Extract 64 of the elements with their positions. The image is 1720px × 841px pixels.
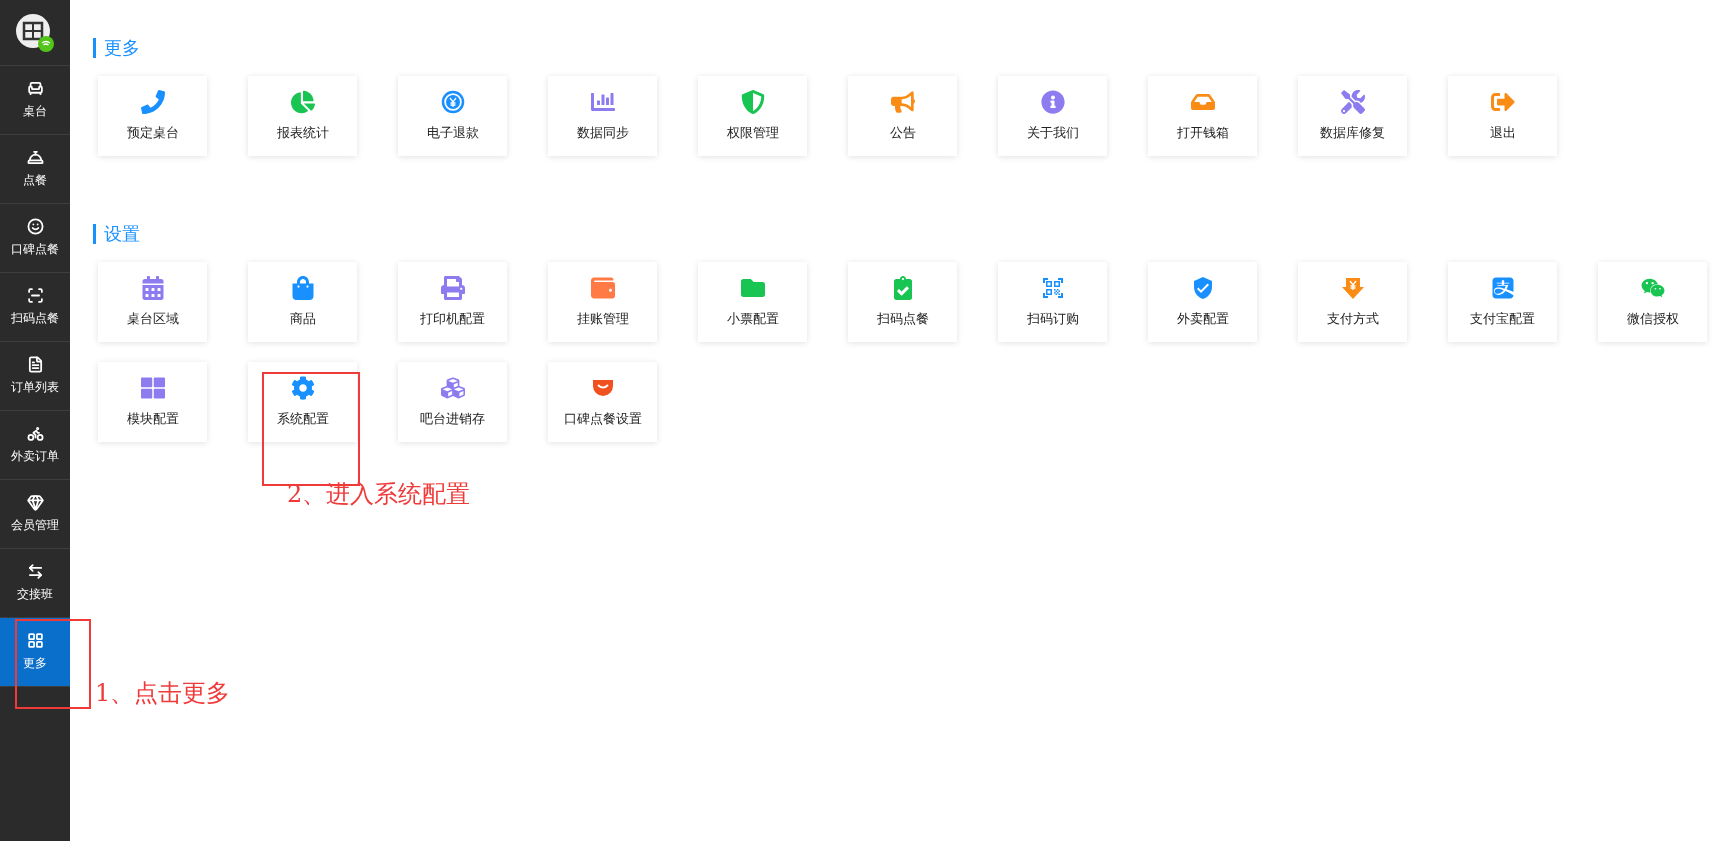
menu-tile[interactable]: 挂账管理: [548, 262, 657, 342]
menu-tile[interactable]: 打印机配置: [398, 262, 507, 342]
sidebar-item[interactable]: 口碑点餐: [0, 204, 70, 273]
section-title: 更多: [93, 38, 1720, 58]
menu-tile[interactable]: 数据库修复: [1298, 76, 1407, 156]
phone-icon: [140, 90, 165, 114]
sidebar-item[interactable]: 点餐: [0, 135, 70, 204]
bell-icon: [26, 149, 44, 166]
document-icon: [26, 356, 44, 373]
smile-icon: [26, 218, 44, 235]
grid-icon: [26, 632, 44, 649]
pay-icon: [1490, 276, 1515, 300]
menu-tile[interactable]: 关于我们: [998, 76, 1107, 156]
pie-chart-icon: [290, 90, 315, 114]
sidebar-item[interactable]: 更多: [0, 618, 70, 687]
settings-icon: [290, 376, 315, 400]
menu-tile[interactable]: 打开钱箱: [1148, 76, 1257, 156]
menu-tile[interactable]: 预定桌台: [98, 76, 207, 156]
section-title: 设置: [93, 224, 1720, 244]
swap-arrows-icon: [26, 563, 44, 580]
shield-icon: [740, 90, 765, 114]
sidebar-item[interactable]: 扫码点餐: [0, 273, 70, 342]
menu-tile[interactable]: 公告: [848, 76, 957, 156]
bar-chart-icon: [590, 90, 615, 114]
info-icon: [1040, 90, 1065, 114]
menu-tile[interactable]: 口碑点餐设置: [548, 362, 657, 442]
menu-tile[interactable]: 小票配置: [698, 262, 807, 342]
blocks-icon: [140, 376, 165, 400]
sidebar-item[interactable]: 外卖订单: [0, 411, 70, 480]
menu-tile[interactable]: 外卖配置: [1148, 262, 1257, 342]
folder-icon: [740, 276, 765, 300]
scan-icon: [26, 287, 44, 304]
wallet-icon: [590, 276, 615, 300]
menu-tile[interactable]: 电子退款: [398, 76, 507, 156]
menu-tile[interactable]: 支付方式: [1298, 262, 1407, 342]
chat-bubbles-icon: [1640, 276, 1665, 300]
menu-tile[interactable]: 权限管理: [698, 76, 807, 156]
menu-tile[interactable]: 微信授权: [1598, 262, 1707, 342]
diamond-icon: [26, 494, 44, 511]
sidebar-item[interactable]: 订单列表: [0, 342, 70, 411]
menu-tile[interactable]: 吧台进销存: [398, 362, 507, 442]
tools-icon: [1340, 90, 1365, 114]
cubes-icon: [440, 376, 465, 400]
menu-tile[interactable]: 支付宝配置: [1448, 262, 1557, 342]
menu-tile[interactable]: 桌台区域: [98, 262, 207, 342]
menu-tile[interactable]: 商品: [248, 262, 357, 342]
menu-tile[interactable]: 系统配置: [248, 362, 357, 442]
megaphone-icon: [890, 90, 915, 114]
menu-tile[interactable]: 退出: [1448, 76, 1557, 156]
scan-check-icon: [1040, 276, 1065, 300]
logo-icon: [15, 12, 55, 53]
menu-tile[interactable]: 扫码订购: [998, 262, 1107, 342]
menu-tile[interactable]: 扫码点餐: [848, 262, 957, 342]
sidebar-item[interactable]: 会员管理: [0, 480, 70, 549]
logout-icon: [1490, 90, 1515, 114]
annotation-text: 1、点击更多: [95, 678, 231, 709]
shopping-bag-icon: [290, 276, 315, 300]
sidebar-item[interactable]: 桌台: [0, 66, 70, 135]
menu-tile[interactable]: 数据同步: [548, 76, 657, 156]
calendar-icon: [140, 276, 165, 300]
yen-arrow-icon: [1340, 276, 1365, 300]
printer-icon: [440, 276, 465, 300]
menu-tile[interactable]: 报表统计: [248, 76, 357, 156]
menu-tile[interactable]: 模块配置: [98, 362, 207, 442]
